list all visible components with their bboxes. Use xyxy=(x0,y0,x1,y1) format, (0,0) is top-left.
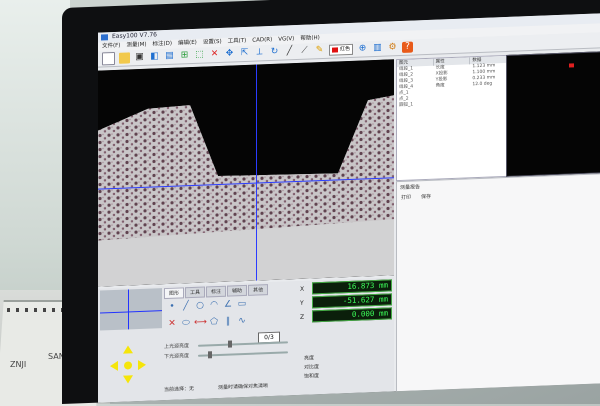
status-hint: 测量时请确保对焦清晰 xyxy=(218,383,269,392)
measurement-table: 图元 属性 数据 线段_1 长度 1.123 mm 线段_2 X投影 1.100 mm … xyxy=(396,54,508,182)
coordinate-readouts: X 16.873 mm Y -51.627 mm Z 0.000 mm xyxy=(300,279,392,325)
y-value: -51.627 mm xyxy=(312,293,392,309)
delete-icon[interactable]: ✕ xyxy=(209,49,220,60)
color-swatch xyxy=(332,47,338,53)
overview-map[interactable] xyxy=(506,51,600,177)
tab-shapes[interactable]: 图形 xyxy=(164,287,185,300)
print-icon[interactable]: ▥ xyxy=(372,43,383,54)
status-text: 当前选择：无 xyxy=(164,385,195,394)
circle-tool-icon[interactable]: ○ xyxy=(194,298,206,312)
arc-tool-icon[interactable]: ◠ xyxy=(208,298,220,312)
control-panel: 图形 工具 标注 辅助 其他 • ╱ ○ ◠ ∠ ▭ ✕ ⬭ ⟷ ⬠ ∥ ∿ X… xyxy=(98,277,394,403)
arrow-up-icon[interactable] xyxy=(123,345,133,354)
distance-tool-icon[interactable]: ⟷ xyxy=(194,315,207,329)
camera-image-view[interactable] xyxy=(98,59,394,287)
z-value: 0.000 mm xyxy=(312,307,392,323)
line-tool-icon[interactable]: ╱ xyxy=(180,299,192,313)
monitor: Easy100 V7.76 文件(F) 测量(M) 标注(D) 编辑(E) 设置… xyxy=(62,0,600,405)
parallel-tool-icon[interactable]: ∥ xyxy=(222,314,234,328)
refresh-icon[interactable]: ↻ xyxy=(269,47,280,58)
point-tool-icon[interactable]: • xyxy=(166,300,178,314)
cell: 圆弧_1 xyxy=(399,102,414,109)
readout-y: Y -51.627 mm xyxy=(300,293,392,309)
axis-label: Y xyxy=(300,299,304,307)
cell xyxy=(470,99,507,106)
move-icon[interactable]: ✥ xyxy=(224,48,235,59)
cross-tool-icon[interactable]: ✕ xyxy=(166,317,178,331)
tab-aux[interactable]: 辅助 xyxy=(227,284,248,297)
tab-other[interactable]: 其他 xyxy=(248,284,269,296)
arrow-right-icon[interactable] xyxy=(138,359,146,371)
slider-knob[interactable] xyxy=(208,351,212,359)
curve-tool-icon[interactable]: ∿ xyxy=(236,314,248,328)
thumbnail-crosshair xyxy=(128,289,129,330)
top-light-slider[interactable] xyxy=(198,340,288,348)
crosshair-vertical xyxy=(256,64,257,281)
cell xyxy=(434,100,471,107)
new-file-icon[interactable] xyxy=(102,51,115,66)
tab-annotate[interactable]: 标注 xyxy=(206,285,227,298)
axis-label: X xyxy=(300,285,305,293)
report-print-option[interactable]: 打印 xyxy=(401,194,411,201)
line-icon[interactable]: ╱ xyxy=(284,46,295,57)
rect-tool-icon[interactable]: ▭ xyxy=(236,297,248,311)
capture-icon[interactable]: ⊞ xyxy=(179,50,190,61)
select-icon[interactable]: ⬚ xyxy=(194,50,205,61)
ellipse-tool-icon[interactable]: ⬭ xyxy=(180,316,192,330)
polygon-tool-icon[interactable]: ⬠ xyxy=(208,315,220,329)
image-adjust: 亮度 对比度 饱和度 xyxy=(304,354,319,382)
angle-tool-icon[interactable]: ∠ xyxy=(222,297,234,311)
open-folder-icon[interactable] xyxy=(119,52,130,64)
light-sliders: 上光源亮度 下光源亮度 xyxy=(164,341,189,362)
report-save-option[interactable]: 保存 xyxy=(421,193,431,200)
arrow-down-icon[interactable] xyxy=(123,375,133,384)
fit-icon[interactable]: ⇱ xyxy=(239,48,250,59)
color-label: 红色 xyxy=(340,45,351,53)
thumbnail-view[interactable] xyxy=(100,288,162,331)
notebook-text: ZNJI xyxy=(10,360,27,369)
readout-x: X 16.873 mm xyxy=(300,279,392,295)
bottom-light-label: 下光源亮度 xyxy=(164,353,190,361)
settings-icon[interactable]: ⚙ xyxy=(387,42,398,53)
thumbnail-crosshair xyxy=(100,310,162,314)
report-panel: 测量报告 打印 保存 xyxy=(396,173,600,394)
help-icon[interactable]: ? xyxy=(402,41,413,53)
specimen-image xyxy=(98,59,394,287)
saturation-label: 饱和度 xyxy=(304,373,320,380)
screen: Easy100 V7.76 文件(F) 测量(M) 标注(D) 编辑(E) 设置… xyxy=(98,13,600,403)
paint-icon[interactable]: ✎ xyxy=(314,45,325,56)
image-tool-icon[interactable]: ▤ xyxy=(164,51,175,62)
slider-knob[interactable] xyxy=(228,340,232,348)
stage-nav-pad xyxy=(108,345,148,387)
arrow-left-icon[interactable] xyxy=(110,360,118,372)
camera-settings-icon[interactable]: ◧ xyxy=(149,51,160,62)
tool-grid: • ╱ ○ ◠ ∠ ▭ ✕ ⬭ ⟷ ⬠ ∥ ∿ xyxy=(166,297,250,332)
color-select[interactable]: 红色 xyxy=(329,43,353,56)
axis-label: Z xyxy=(300,313,305,321)
rotate-icon[interactable]: ⟂ xyxy=(254,47,265,58)
tab-tools[interactable]: 工具 xyxy=(185,286,206,299)
zoom-icon[interactable]: ⊕ xyxy=(357,43,368,54)
app-icon xyxy=(101,34,108,41)
bottom-light-slider[interactable] xyxy=(198,351,288,359)
tool-tabs: 图形 工具 标注 辅助 其他 xyxy=(164,284,269,300)
x-value: 16.873 mm xyxy=(312,279,392,295)
center-button[interactable] xyxy=(124,361,132,370)
measure-line-icon[interactable]: ⟋ xyxy=(299,45,310,56)
camera-icon[interactable]: ▣ xyxy=(134,52,145,63)
readout-z: Z 0.000 mm xyxy=(300,307,392,323)
window-title: Easy100 V7.76 xyxy=(112,31,157,41)
position-marker xyxy=(569,63,574,68)
